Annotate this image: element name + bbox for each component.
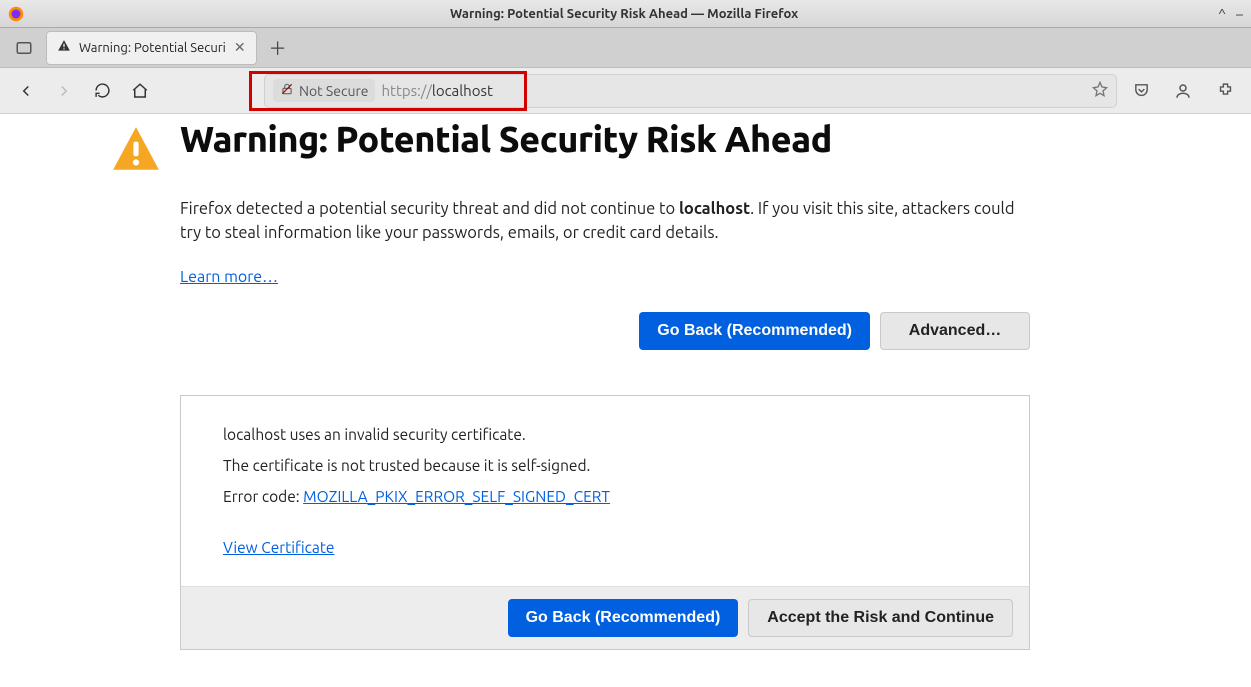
error-code-line: Error code: MOZILLA_PKIX_ERROR_SELF_SIGN… [223,488,987,505]
go-back-button-2[interactable]: Go Back (Recommended) [508,599,739,637]
window-titlebar: Warning: Potential Security Risk Ahead —… [0,0,1251,28]
view-certificate-link[interactable]: View Certificate [223,539,334,556]
url-bar[interactable]: Not Secure https://localhost [264,74,1117,108]
new-tab-button[interactable]: ＋ [263,33,293,63]
extensions-icon[interactable] [1211,77,1239,105]
page-heading: Warning: Potential Security Risk Ahead [180,118,832,159]
account-icon[interactable] [1169,77,1197,105]
window-title: Warning: Potential Security Risk Ahead —… [30,7,1218,21]
insecure-lock-icon [280,82,294,99]
close-tab-icon[interactable]: ✕ [234,39,246,56]
url-domain: localhost [432,82,493,99]
url-text: https://localhost [381,82,492,99]
warning-triangle-icon [57,39,71,56]
error-code-label: Error code: [223,488,303,505]
security-chip[interactable]: Not Secure [273,79,375,102]
advanced-panel: localhost uses an invalid security certi… [180,395,1030,650]
pocket-icon[interactable] [1127,77,1155,105]
advanced-button[interactable]: Advanced… [880,312,1030,350]
warning-description: Firefox detected a potential security th… [180,198,1030,246]
firefox-logo-icon [8,6,24,22]
tab-overview-button[interactable] [8,32,40,64]
not-secure-label: Not Secure [299,83,368,99]
nav-toolbar: Not Secure https://localhost [0,68,1251,114]
url-scheme: https:// [381,82,431,99]
go-back-button[interactable]: Go Back (Recommended) [639,312,870,350]
warning-icon [110,124,162,176]
error-code-link[interactable]: MOZILLA_PKIX_ERROR_SELF_SIGNED_CERT [303,488,610,505]
home-button[interactable] [126,77,154,105]
bookmark-star-icon[interactable] [1092,81,1108,100]
back-button[interactable] [12,77,40,105]
advanced-text-2: The certificate is not trusted because i… [223,457,987,474]
accept-risk-button[interactable]: Accept the Risk and Continue [748,599,1013,637]
tab-strip: Warning: Potential Securi ✕ ＋ [0,28,1251,68]
advanced-text-1: localhost uses an invalid security certi… [223,426,987,443]
tab-title: Warning: Potential Securi [79,41,226,55]
reload-button[interactable] [88,77,116,105]
learn-more-link[interactable]: Learn more… [180,268,278,286]
browser-tab[interactable]: Warning: Potential Securi ✕ [46,31,257,65]
window-minimize-icon[interactable]: – [1236,6,1243,22]
forward-button[interactable] [50,77,78,105]
window-up-icon[interactable]: ^ [1218,6,1226,22]
